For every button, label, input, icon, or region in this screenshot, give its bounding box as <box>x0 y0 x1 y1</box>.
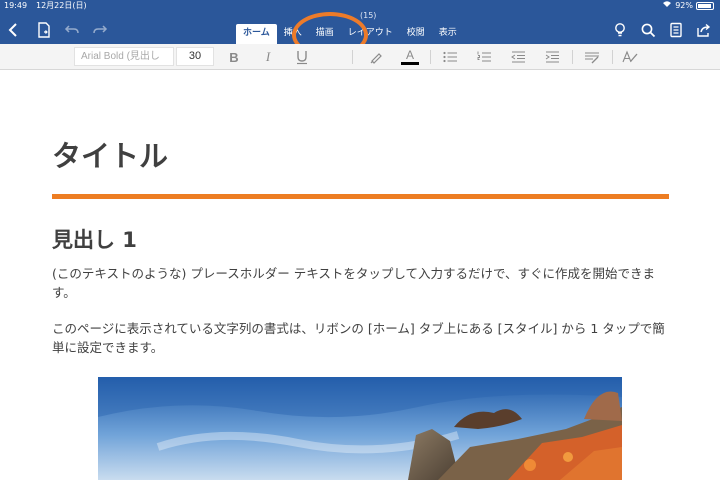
document-title: (15) <box>360 11 377 20</box>
italic-icon[interactable]: I <box>258 48 278 66</box>
ribbon-header: 19:49 12月22日(日) 92% (15) ホーム 挿入 描画 レイアウト… <box>0 0 720 44</box>
font-color-icon[interactable]: A <box>400 47 420 67</box>
battery-percent: 92% <box>675 1 693 10</box>
bold-icon[interactable]: B <box>224 48 244 66</box>
font-size-field[interactable]: 30 <box>176 47 214 66</box>
tab-home[interactable]: ホーム <box>236 24 277 44</box>
document-paragraph-2[interactable]: このページに表示されている文字列の書式は、リボンの [ホーム] タブ上にある [… <box>52 319 672 357</box>
placeholder-photo[interactable] <box>98 377 622 480</box>
document-canvas[interactable]: タイトル 見出し 1 (このテキストのような) プレースホルダー テキストをタッ… <box>0 71 720 480</box>
title-underline-rule <box>52 194 669 199</box>
paragraph-style-icon[interactable] <box>582 48 602 66</box>
document-paragraph-1[interactable]: (このテキストのような) プレースホルダー テキストをタップして入力するだけで、… <box>52 264 672 302</box>
numbered-list-icon[interactable] <box>474 48 494 66</box>
decrease-indent-icon[interactable] <box>508 48 528 66</box>
tab-layout[interactable]: レイアウト <box>341 24 400 44</box>
battery-icon <box>696 2 714 10</box>
landscape-photo-image <box>98 377 622 480</box>
wifi-icon <box>662 0 672 12</box>
status-time: 19:49 <box>4 1 28 10</box>
font-color-swatch <box>401 62 419 65</box>
underline-icon[interactable] <box>292 48 312 66</box>
font-color-letter: A <box>405 48 414 62</box>
tab-review[interactable]: 校閲 <box>400 24 432 44</box>
status-right: 92% <box>662 0 714 12</box>
tab-insert[interactable]: 挿入 <box>277 24 309 44</box>
back-icon[interactable] <box>4 20 24 40</box>
bullet-list-icon[interactable] <box>440 48 460 66</box>
share-icon[interactable] <box>694 20 714 40</box>
document-heading-1[interactable]: 見出し 1 <box>52 224 137 254</box>
font-name-field[interactable]: Arial Bold (見出し <box>74 47 174 66</box>
tab-draw[interactable]: 描画 <box>309 24 341 44</box>
redo-icon[interactable] <box>90 20 110 40</box>
lightbulb-icon[interactable] <box>610 20 630 40</box>
styles-icon[interactable] <box>620 48 640 66</box>
ribbon-tabs: ホーム 挿入 描画 レイアウト 校閲 表示 <box>236 24 464 44</box>
undo-icon[interactable] <box>62 20 82 40</box>
status-date: 12月22日(日) <box>36 1 87 10</box>
formatting-toolbar: Arial Bold (見出し 30 B I A <box>0 44 720 70</box>
highlighter-icon[interactable] <box>366 48 386 66</box>
file-icon[interactable] <box>34 20 54 40</box>
tab-view[interactable]: 表示 <box>432 24 464 44</box>
document-icon[interactable] <box>666 20 686 40</box>
document-heading-title[interactable]: タイトル <box>52 133 168 175</box>
increase-indent-icon[interactable] <box>542 48 562 66</box>
search-icon[interactable] <box>638 20 658 40</box>
